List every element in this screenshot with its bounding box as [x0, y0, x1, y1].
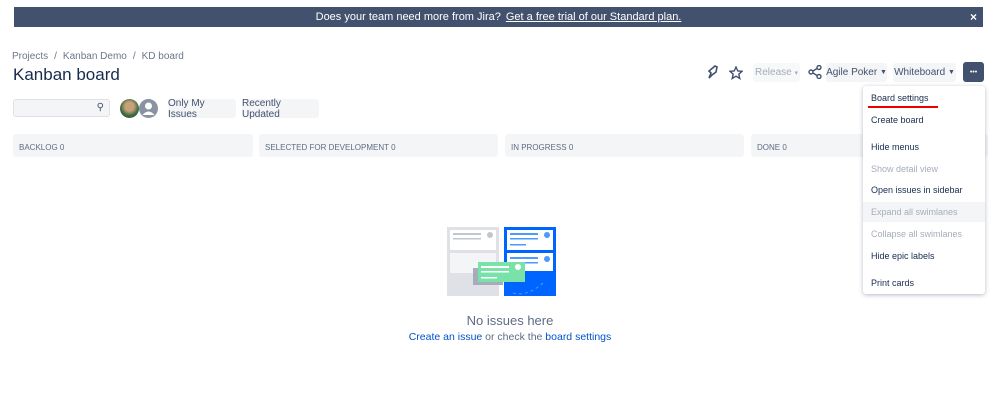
release-button[interactable]: Release ▾: [753, 63, 800, 82]
column-name: Done: [757, 143, 781, 152]
more-button[interactable]: •••: [963, 62, 984, 82]
promo-banner: Does your team need more from Jira? Get …: [14, 7, 983, 27]
column-name: Selected for Development: [265, 143, 389, 152]
column-count: 0: [391, 143, 396, 152]
more-actions-menu: Board settings Create board Hide menus S…: [863, 86, 985, 294]
avatar-unassigned[interactable]: [139, 99, 158, 118]
column-count: 0: [59, 143, 65, 152]
banner-text: Does your team need more from Jira?: [315, 11, 501, 23]
agile-poker-button[interactable]: Agile Poker ▼: [826, 63, 887, 82]
breadcrumb-projects[interactable]: Projects: [12, 51, 48, 62]
menu-item-hide-epic-labels[interactable]: Hide epic labels: [863, 246, 985, 266]
create-issue-link[interactable]: Create an issue: [409, 331, 483, 343]
breadcrumb-board[interactable]: KD board: [142, 51, 184, 62]
breadcrumb-project[interactable]: Kanban Demo: [63, 51, 127, 62]
free-trial-link[interactable]: Get a free trial of our Standard plan.: [506, 11, 682, 23]
rocket-icon[interactable]: [705, 64, 719, 80]
page-title: Kanban board: [13, 65, 120, 84]
column-backlog: Backlog 0: [13, 134, 253, 157]
column-in-progress: In Progress 0: [505, 134, 744, 157]
menu-item-expand-swimlanes[interactable]: Expand all swimlanes: [863, 202, 985, 222]
release-label: Release: [755, 67, 792, 78]
only-my-issues-filter[interactable]: Only My Issues: [168, 98, 236, 120]
column-name: Backlog: [19, 143, 58, 152]
menu-item-open-issues-sidebar[interactable]: Open issues in sidebar: [863, 180, 985, 200]
avatar-user[interactable]: [120, 99, 139, 118]
share-icon[interactable]: [808, 65, 822, 79]
column-selected: Selected for Development 0: [259, 134, 498, 157]
menu-item-print-cards[interactable]: Print cards: [863, 273, 985, 293]
chevron-down-icon: ▾: [794, 69, 798, 77]
menu-item-hide-menus[interactable]: Hide menus: [863, 137, 985, 157]
menu-item-create-board[interactable]: Create board: [863, 110, 985, 130]
close-icon[interactable]: ×: [970, 10, 977, 24]
column-count: 0: [782, 143, 787, 152]
caret-down-icon: ▼: [947, 69, 955, 76]
empty-state-title: No issues here: [466, 313, 554, 328]
board-settings-link[interactable]: board settings: [545, 331, 611, 343]
menu-item-collapse-swimlanes[interactable]: Collapse all swimlanes: [863, 224, 985, 244]
whiteboard-button[interactable]: Whiteboard ▼: [893, 63, 956, 82]
column-count: 0: [568, 143, 574, 152]
empty-state-message: Create an issue or check the board setti…: [380, 331, 640, 343]
empty-state-text: or check the: [482, 331, 546, 343]
breadcrumb: Projects / Kanban Demo / KD board: [12, 51, 184, 62]
menu-item-show-detail-view[interactable]: Show detail view: [863, 159, 985, 179]
caret-down-icon: ▼: [879, 69, 887, 76]
empty-board-illustration: [447, 227, 556, 296]
star-icon[interactable]: [729, 66, 743, 80]
red-underline-annotation: [868, 106, 938, 108]
menu-item-board-settings[interactable]: Board settings: [863, 88, 985, 108]
recently-updated-filter[interactable]: Recently Updated: [242, 98, 319, 120]
search-input[interactable]: ⚲: [13, 99, 110, 117]
search-icon: ⚲: [96, 102, 104, 113]
agile-poker-label: Agile Poker: [826, 67, 878, 78]
column-name: In Progress: [511, 143, 567, 152]
whiteboard-label: Whiteboard: [894, 67, 946, 78]
